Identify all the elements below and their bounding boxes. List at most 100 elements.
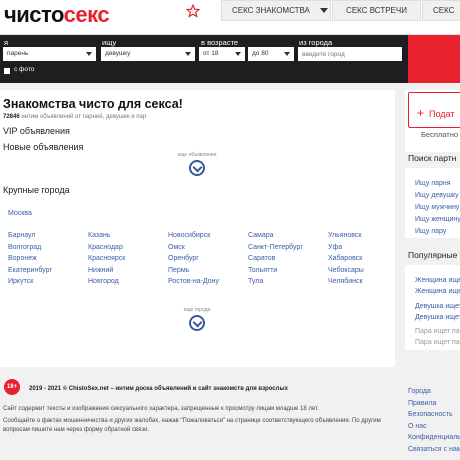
tab-sex-meetings[interactable]: СЕКС ВСТРЕЧИ <box>332 0 421 21</box>
more-ads-label: еще объявления <box>177 152 217 158</box>
city-link[interactable]: Нижний <box>88 267 113 274</box>
footer-link[interactable]: Правила <box>408 400 436 407</box>
label-city: из города <box>299 38 333 47</box>
more-cities-label: еще города <box>183 307 211 313</box>
sidebar-popular-link[interactable]: Женщина ищет <box>415 277 460 284</box>
sidebar-search-link[interactable]: Ищу девушку <box>415 192 459 199</box>
city-link[interactable]: Барнаул <box>8 232 36 239</box>
tab-sex-dating[interactable]: СЕКС ЗНАКОМСТВА <box>221 0 331 21</box>
city-link[interactable]: Воронеж <box>8 255 37 262</box>
city-link[interactable]: Тольятти <box>248 267 277 274</box>
sidebar-search-link[interactable]: Ищу мужчину <box>415 204 459 211</box>
new-heading: Новые объявления <box>3 142 84 152</box>
tab-sex-more[interactable]: СЕКС <box>422 0 460 21</box>
city-link[interactable]: Пермь <box>168 267 189 274</box>
vip-heading: VIP объявления <box>3 126 70 136</box>
sidebar-popular-link[interactable]: Девушка ищет <box>415 314 460 321</box>
city-link[interactable]: Самара <box>248 232 274 239</box>
city-link[interactable]: Чебоксары <box>328 267 364 274</box>
city-link[interactable]: Ростов-на-Дону <box>168 278 219 285</box>
right-sidebar: + Подат Бесплатно с Поиск партн Ищу парня… <box>405 90 460 367</box>
page-title: Знакомства чисто для секса! <box>3 97 183 111</box>
tab-sex-dating-label: СЕКС ЗНАКОМСТВА <box>232 6 310 15</box>
age-to-value: до 80 <box>252 50 269 57</box>
search-bar: я ищу в возрасте из города парень девушк… <box>0 35 460 83</box>
logo-part2: секс <box>63 2 110 27</box>
sidebar-search-link[interactable]: Ищу парня <box>415 180 451 187</box>
free-text: Бесплатно с <box>421 130 460 139</box>
gender-select[interactable]: парень <box>3 47 96 61</box>
footer-link[interactable]: Безопасность <box>408 411 453 418</box>
footer: 18+ 2019 - 2021 © ChistoSex.net – интим … <box>0 377 460 460</box>
plus-icon: + <box>417 106 425 120</box>
search-button[interactable] <box>408 35 460 83</box>
chevron-down-icon <box>284 52 290 56</box>
chevron-down-icon <box>319 8 328 13</box>
city-link[interactable]: Иркутск <box>8 278 33 285</box>
seeking-select-value: девушку <box>105 50 131 57</box>
add-ad-button[interactable]: + Подат <box>408 92 460 128</box>
more-ads-chevron-icon[interactable] <box>189 160 205 176</box>
more-cities-chevron-icon[interactable] <box>189 315 205 331</box>
sidebar-popular-link[interactable]: Пара ищет па <box>415 328 460 335</box>
gender-select-value: парень <box>7 50 29 57</box>
footer-link[interactable]: О нас <box>408 423 427 430</box>
city-link[interactable]: Омск <box>168 244 185 251</box>
photo-checkbox[interactable] <box>4 68 10 74</box>
sidebar-search-link[interactable]: Ищу пару <box>415 228 446 235</box>
city-link[interactable]: Челябинск <box>328 278 363 285</box>
partner-search-heading: Поиск партн <box>408 153 457 163</box>
city-link[interactable]: Уфа <box>328 244 342 251</box>
city-link[interactable]: Ульяновск <box>328 232 361 239</box>
ads-count-text: интим объявлений от парней, девушек и па… <box>21 114 147 120</box>
city-input[interactable] <box>298 47 402 61</box>
city-link-moscow[interactable]: Москва <box>8 210 32 217</box>
ads-count: 72846 интим объявлений от парней, девуше… <box>3 114 146 120</box>
favorites-star-icon[interactable] <box>186 4 200 18</box>
footer-link[interactable]: Связаться с нам <box>408 446 460 453</box>
sidebar-popular-link[interactable]: Девушка ищет <box>415 303 460 310</box>
popular-heading: Популярные <box>408 250 458 260</box>
footer-link[interactable]: Конфиденциальн <box>408 434 460 441</box>
seeking-select[interactable]: девушку <box>101 47 195 61</box>
city-link[interactable]: Казань <box>88 232 111 239</box>
ads-count-number: 72846 <box>3 114 20 120</box>
city-link[interactable]: Саратов <box>248 255 275 262</box>
tab-sex-more-label: СЕКС <box>433 6 455 15</box>
chevron-down-icon <box>235 52 241 56</box>
city-link[interactable]: Екатеринбург <box>8 267 52 274</box>
age-from-value: от 18 <box>203 50 219 57</box>
age-to-select[interactable]: до 80 <box>248 47 294 61</box>
copyright: 2019 - 2021 © ChistoSex.net – интим доск… <box>29 386 288 392</box>
label-i: я <box>4 38 9 47</box>
city-link[interactable]: Новгород <box>88 278 119 285</box>
city-link[interactable]: Новосибирск <box>168 232 210 239</box>
city-link[interactable]: Волгоград <box>8 244 41 251</box>
footer-warning: Сайт содержит тексты и изображения сексу… <box>3 406 319 412</box>
city-link[interactable]: Санкт-Петербург <box>248 244 303 251</box>
site-logo[interactable]: чистосекс <box>4 2 110 28</box>
chevron-down-icon <box>185 52 191 56</box>
label-seek: ищу <box>102 38 117 47</box>
tab-sex-meetings-label: СЕКС ВСТРЕЧИ <box>346 6 407 15</box>
city-link[interactable]: Оренбург <box>168 255 199 262</box>
photo-checkbox-label: с фото <box>14 66 35 73</box>
footer-report: Сообщайте о фактах мошенничества и други… <box>3 418 381 433</box>
city-link[interactable]: Краснодар <box>88 244 123 251</box>
chevron-down-icon <box>86 52 92 56</box>
city-link[interactable]: Хабаровск <box>328 255 362 262</box>
age-18-badge: 18+ <box>4 379 20 395</box>
logo-part1: чисто <box>4 2 64 27</box>
city-link[interactable]: Красноярск <box>88 255 125 262</box>
sidebar-search-link[interactable]: Ищу женщину <box>415 216 460 223</box>
sidebar-popular-link[interactable]: Женщина ищет <box>415 288 460 295</box>
cities-heading: Крупные города <box>3 185 70 195</box>
city-link[interactable]: Тула <box>248 278 263 285</box>
main-content: Знакомства чисто для секса! 72846 интим … <box>0 90 395 367</box>
top-bar: чистосекс СЕКС ЗНАКОМСТВА СЕКС ВСТРЕЧИ С… <box>0 0 460 35</box>
footer-link[interactable]: Города <box>408 388 431 395</box>
add-ad-button-label: Подат <box>429 109 455 119</box>
age-from-select[interactable]: от 18 <box>199 47 245 61</box>
sidebar-popular-link[interactable]: Пара ищет па <box>415 339 460 346</box>
label-age: в возрасте <box>201 38 239 47</box>
